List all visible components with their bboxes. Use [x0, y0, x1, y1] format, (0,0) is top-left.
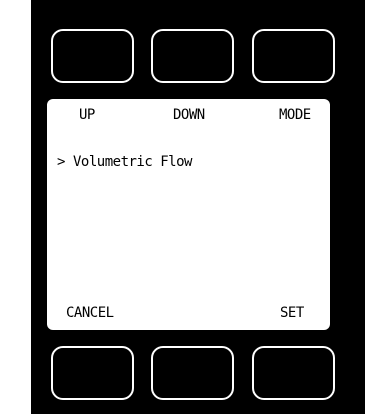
softkey-label-cancel[interactable]: CANCEL — [66, 305, 114, 321]
lcd-screen: UP DOWN MODE > Volumetric Flow CANCEL SET — [47, 99, 330, 330]
softkey-label-mode[interactable]: MODE — [279, 107, 311, 123]
softkey-label-down[interactable]: DOWN — [173, 107, 205, 123]
softkey-label-set[interactable]: SET — [280, 305, 304, 321]
hw-button-set[interactable] — [252, 346, 335, 400]
menu-item-label: Volumetric Flow — [73, 154, 192, 170]
selection-cursor-icon: > — [57, 154, 65, 170]
hw-button-cancel[interactable] — [51, 346, 134, 400]
hw-button-up[interactable] — [51, 29, 134, 83]
hw-button-mode[interactable] — [252, 29, 335, 83]
softkey-label-up[interactable]: UP — [79, 107, 95, 123]
hw-button-middle[interactable] — [151, 346, 234, 400]
menu-item-volumetric-flow[interactable]: > Volumetric Flow — [57, 154, 192, 170]
hw-button-down[interactable] — [151, 29, 234, 83]
